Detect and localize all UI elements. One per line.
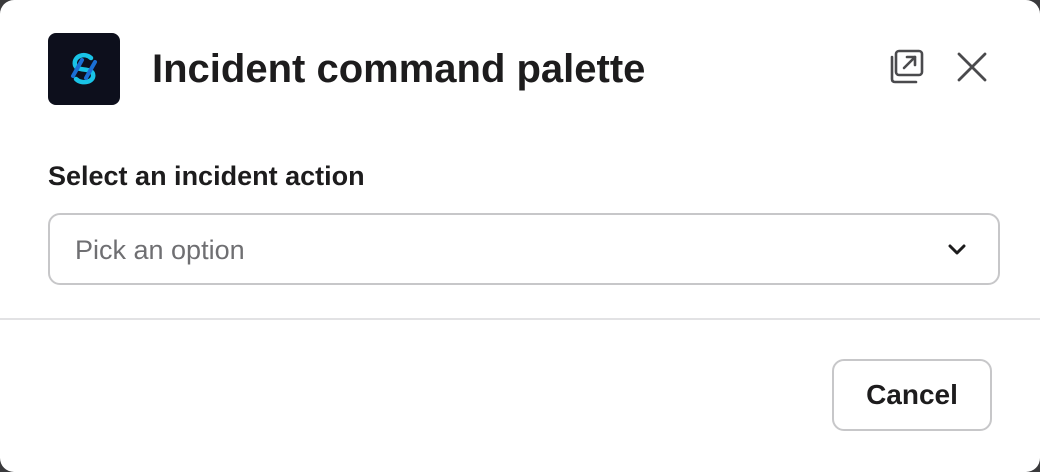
- cancel-button[interactable]: Cancel: [832, 359, 992, 431]
- app-logo-icon: [48, 33, 120, 105]
- select-placeholder: Pick an option: [75, 235, 245, 265]
- open-in-new-window-icon: [887, 48, 925, 91]
- footer-divider: [0, 318, 1040, 320]
- open-in-new-window-button[interactable]: [884, 49, 928, 89]
- incident-command-modal: Incident command palette Select an incid…: [0, 0, 1040, 472]
- modal-title: Incident command palette: [152, 47, 646, 91]
- chevron-down-icon: [946, 239, 968, 261]
- modal-header: Incident command palette: [48, 33, 992, 105]
- close-button[interactable]: [948, 49, 996, 89]
- incident-action-select[interactable]: Pick an option: [48, 213, 1000, 285]
- incident-action-label: Select an incident action: [48, 161, 365, 191]
- close-icon: [957, 52, 987, 87]
